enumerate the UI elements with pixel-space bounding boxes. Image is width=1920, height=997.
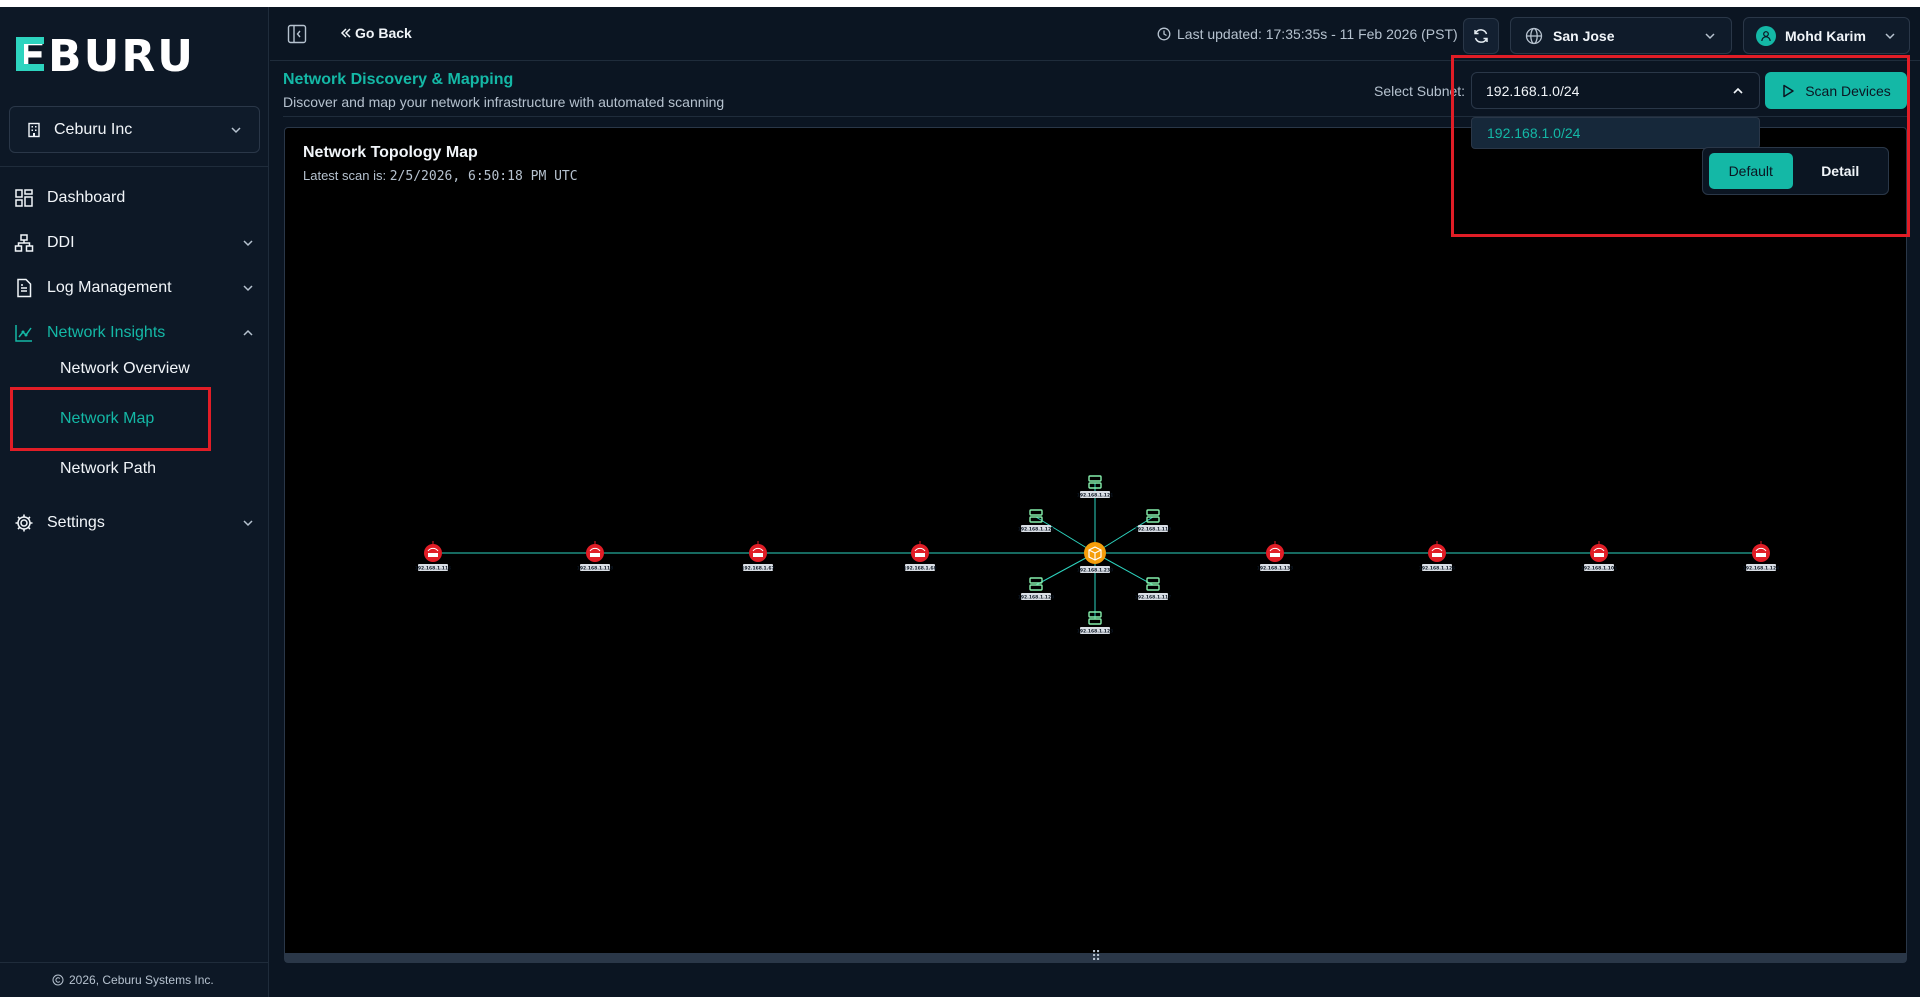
router-icon [1432, 553, 1442, 557]
go-back-label: Go Back [355, 25, 412, 41]
router-icon [590, 553, 600, 557]
refresh-button[interactable] [1463, 18, 1499, 54]
hub-label: 192.168.1.230 [1077, 568, 1113, 574]
server-label: 192.168.1.121 [1018, 527, 1054, 533]
refresh-icon [1474, 29, 1488, 43]
server-icon-bottom [1146, 584, 1160, 591]
server-label: 192.168.1.120 [1018, 595, 1054, 601]
sidebar-collapse-button[interactable] [287, 24, 307, 44]
chevron-down-icon [243, 520, 253, 527]
location-label: San Jose [1553, 27, 1615, 44]
user-name: Mohd Karim [1785, 27, 1866, 44]
page-title: Network Discovery & Mapping [283, 71, 514, 88]
sidebar-footer: 2026, Ceburu Systems Inc. [52, 973, 214, 987]
building-icon [28, 122, 40, 137]
org-selector[interactable]: Ceburu Inc [9, 106, 260, 153]
document-icon [17, 278, 32, 298]
server-icon-bottom [1088, 618, 1102, 625]
last-updated-text: Last updated: 17:35:35s - 11 Feb 2026 (P… [1177, 26, 1458, 42]
clock-icon [1157, 27, 1171, 41]
copyright-text: 2026, Ceburu Systems Inc. [69, 973, 214, 987]
topology-canvas[interactable]: 192.168.1.116 192.168.1.118 192.168.1.67 19… [285, 128, 1906, 954]
sidebar-item-ddi[interactable]: DDI [0, 223, 269, 263]
sidebar-item-log-management[interactable]: Log Management [0, 268, 269, 308]
router-icon [1594, 553, 1604, 557]
router-label: 192.168.1.101 [1581, 566, 1617, 572]
highlight-box [10, 387, 211, 451]
chevron-up-icon [243, 329, 253, 336]
server-label: 192.168.1.121 [1077, 493, 1113, 499]
topology-panel: Network Topology Map Latest scan is: 2/5… [284, 127, 1907, 965]
router-icon [915, 553, 925, 557]
page-subtitle: Discover and map your network infrastruc… [283, 94, 725, 110]
router-label: 192.168.1.124 [1743, 566, 1779, 572]
router-icon [1270, 553, 1280, 557]
app-window: EBURU Ceburu Inc Dashboard DDI Log Manag… [0, 7, 1920, 997]
sidebar-item-dashboard[interactable]: Dashboard [0, 178, 269, 218]
network-icon [14, 234, 34, 252]
ceburu-logo: EBURU [16, 31, 236, 82]
location-selector[interactable]: San Jose [1510, 17, 1732, 54]
last-updated: Last updated: 17:35:35s - 11 Feb 2026 (P… [1157, 26, 1458, 42]
server-label: 192.168.1.123 [1077, 629, 1113, 635]
chevron-down-icon [243, 285, 253, 292]
server-icon-top [1146, 509, 1160, 516]
router-label: 192.168.1.133 [1257, 566, 1293, 572]
globe-icon [1525, 27, 1543, 44]
server-icon-top [1029, 509, 1043, 516]
gear-icon [15, 514, 33, 532]
server-label: 192.168.1.119 [1135, 527, 1171, 533]
org-name: Ceburu Inc [54, 120, 133, 138]
server-icon-top [1088, 475, 1102, 482]
sidebar-item-settings[interactable]: Settings [0, 503, 269, 543]
copyright-icon [52, 974, 64, 986]
highlight-box [1451, 55, 1910, 237]
sidebar-divider [0, 166, 269, 167]
router-label: 192.168.1.118 [577, 566, 613, 572]
server-icon-bottom [1029, 584, 1043, 591]
sidebar-item-network-insights[interactable]: Network Insights [0, 313, 269, 353]
dashboard-icon [15, 189, 33, 207]
avatar [1756, 25, 1776, 46]
router-icon [753, 553, 763, 557]
go-back-button[interactable]: Go Back [340, 25, 412, 41]
sidebar-item-label: Log Management [47, 279, 172, 296]
chevron-down-icon [243, 240, 253, 247]
drag-handle-icon[interactable]: ⠿ [1091, 948, 1101, 965]
top-bar: Go Back Last updated: 17:35:35s - 11 Feb… [270, 7, 1920, 61]
chevron-down-icon [231, 126, 241, 133]
sidebar-item-label: Network Insights [47, 324, 166, 341]
router-label: 192.168.1.116 [415, 566, 451, 572]
chevron-down-icon [1885, 32, 1895, 39]
chevrons-left-icon [340, 28, 351, 38]
sidebar-subitem-network-path[interactable]: Network Path [60, 451, 156, 487]
user-icon [1761, 30, 1771, 41]
server-label: 192.168.1.117 [1135, 595, 1171, 601]
chevron-down-icon [1705, 32, 1715, 39]
sidebar-item-label: Settings [47, 514, 105, 531]
router-label: 192.168.1.126 [1419, 566, 1455, 572]
sidebar-item-label: DDI [47, 234, 75, 251]
router-icon [1756, 553, 1766, 557]
sidebar-item-label: Dashboard [47, 189, 126, 206]
sidebar-footer-divider [0, 962, 269, 963]
panel-left-icon [287, 24, 307, 44]
router-icon [428, 553, 438, 557]
chart-line-icon [15, 325, 32, 342]
router-label: 192.168.1.68 [903, 566, 936, 572]
sidebar: EBURU Ceburu Inc Dashboard DDI Log Manag… [0, 7, 269, 997]
sidebar-subitem-network-overview[interactable]: Network Overview [60, 351, 190, 387]
router-label: 192.168.1.67 [741, 566, 774, 572]
user-menu[interactable]: Mohd Karim [1743, 17, 1910, 54]
